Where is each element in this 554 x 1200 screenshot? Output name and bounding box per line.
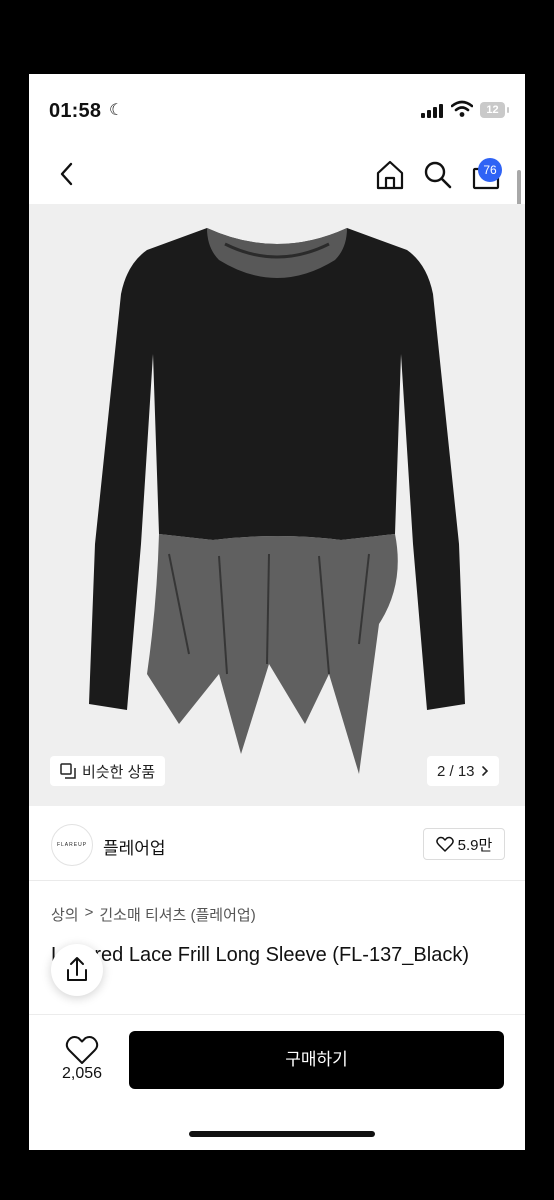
buy-button[interactable]: 구매하기 [129,1031,504,1089]
brand-row[interactable]: FLAREUP 플레어업 5.9만 [29,820,525,881]
share-icon [67,957,87,981]
similar-products-button[interactable]: 비슷한 상품 [50,756,166,786]
brand-like-count: 5.9만 [457,836,493,854]
share-button[interactable] [51,944,103,996]
brand-name[interactable]: 플레어업 [103,834,166,859]
product-photo-top [89,228,465,774]
page-indicator: 2 / 13 [437,762,475,780]
cart-count-badge: 76 [478,158,502,182]
purchase-bar: 2,056 구매하기 [29,1014,525,1150]
similar-products-label: 비슷한 상품 [82,763,156,781]
product-title: Layered Lace Frill Long Sleeve (FL-137_B… [51,944,469,966]
moon-icon: ☾ [109,102,124,119]
status-time: 01:58 [49,100,102,122]
battery-icon: 12 [480,102,509,118]
heart-outline-icon [435,836,454,852]
app-screen: 01:58 ☾ 12 76 비슷한 상품 2 / 13 FLAREUP 플레어업… [29,74,525,1150]
brand-logo[interactable]: FLAREUP [51,824,93,866]
copy-icon [60,763,76,779]
cellular-signal-icon [421,104,443,118]
breadcrumb-category[interactable]: 상의 [51,904,79,925]
product-like-count: 2,056 [61,1065,103,1082]
top-navigation [29,144,525,204]
chevron-right-icon [481,766,488,776]
search-icon[interactable] [421,158,455,192]
heart-icon[interactable] [65,1035,99,1065]
status-bar: 01:58 ☾ 12 [29,74,525,144]
product-image[interactable]: 비슷한 상품 2 / 13 [29,204,525,806]
home-indicator[interactable] [189,1131,375,1137]
back-icon[interactable] [53,158,81,190]
image-pager[interactable]: 2 / 13 [427,756,499,786]
breadcrumb: 상의 > 긴소매 티셔츠 (플레어업) [51,904,256,925]
breadcrumb-separator: > [84,904,94,921]
home-icon[interactable] [373,158,407,192]
brand-like-button[interactable]: 5.9만 [423,828,505,860]
breadcrumb-subcategory[interactable]: 긴소매 티셔츠 (플레어업) [99,904,255,925]
wifi-icon [451,100,473,117]
